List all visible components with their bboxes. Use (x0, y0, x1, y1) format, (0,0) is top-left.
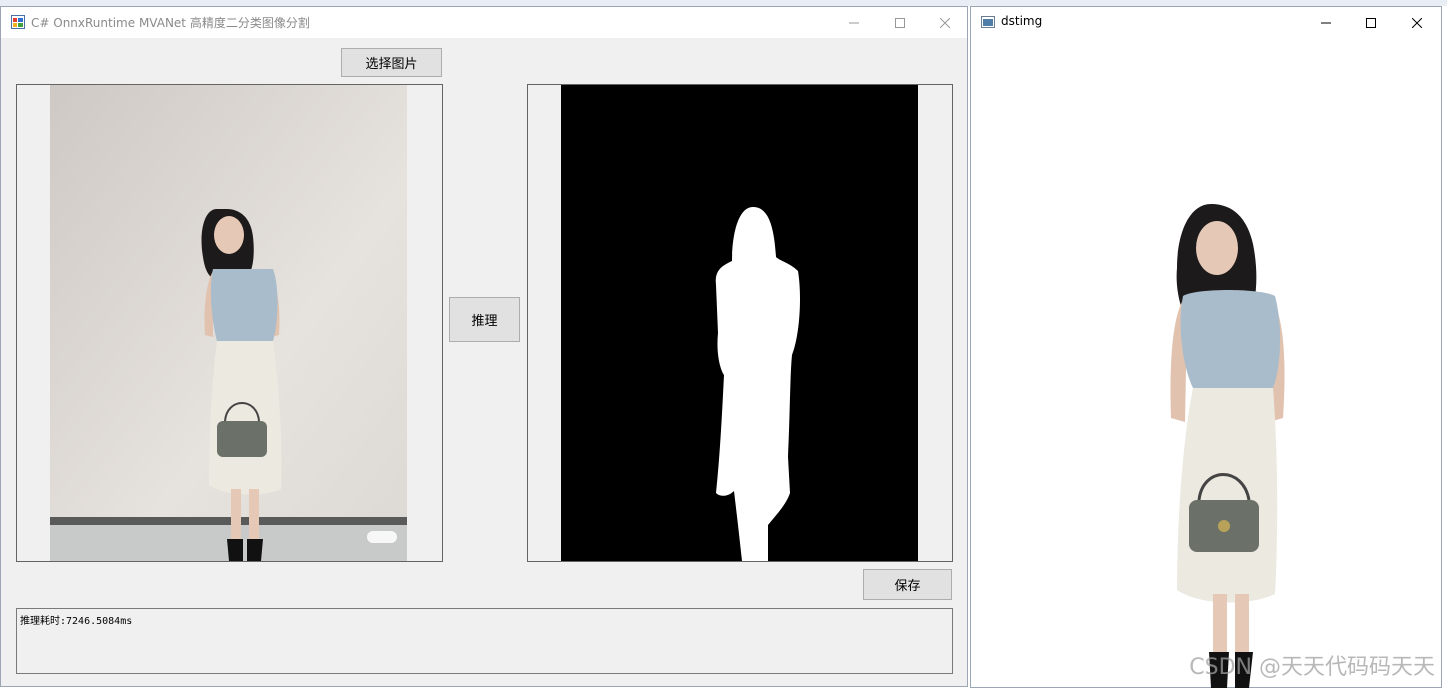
close-button[interactable] (922, 7, 968, 38)
mask-image-box (527, 84, 953, 562)
dstimg-titlebar[interactable]: dstimg (971, 7, 1441, 38)
main-window-title: C# OnnxRuntime MVANet 高精度二分类图像分割 (31, 16, 310, 30)
dstimg-window-title: dstimg (1001, 14, 1043, 28)
maximize-icon (895, 17, 905, 28)
close-icon (1412, 17, 1422, 28)
app-window-icon (11, 15, 25, 29)
save-button[interactable]: 保存 (863, 569, 952, 600)
log-textbox[interactable]: 推理耗时:7246.5084ms (16, 608, 953, 674)
segmented-person-image (1170, 204, 1285, 688)
inference-time-text: 推理耗时:7246.5084ms (20, 616, 133, 627)
source-image-box (16, 84, 443, 562)
maximize-button[interactable] (877, 7, 923, 38)
minimize-icon (1321, 22, 1331, 23)
minimize-button[interactable] (1303, 7, 1349, 38)
maximize-button[interactable] (1348, 7, 1394, 38)
main-titlebar[interactable]: C# OnnxRuntime MVANet 高精度二分类图像分割 (1, 7, 967, 38)
segmentation-mask (561, 85, 918, 561)
close-button[interactable] (1394, 7, 1440, 38)
minimize-button[interactable] (831, 7, 877, 38)
minimize-icon (849, 22, 859, 23)
select-image-button[interactable]: 选择图片 (341, 48, 442, 77)
app-window-icon (981, 16, 995, 28)
infer-button[interactable]: 推理 (449, 297, 520, 342)
csdn-watermark: CSDN @天天代码码天天 (1189, 655, 1435, 680)
close-icon (940, 17, 950, 28)
main-window: C# OnnxRuntime MVANet 高精度二分类图像分割 选择图片 推理… (0, 6, 968, 687)
maximize-icon (1366, 17, 1376, 28)
dstimg-window: dstimg CSDN @天天代码码天天 (970, 6, 1442, 688)
source-photo (50, 85, 407, 561)
